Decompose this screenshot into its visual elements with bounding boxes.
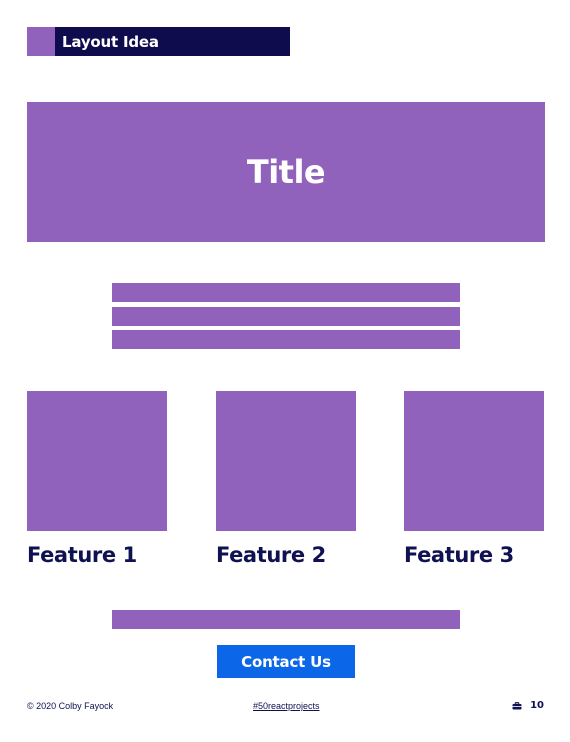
header-title: Layout Idea <box>62 32 159 51</box>
footer-hashtag-link[interactable]: #50reactprojects <box>253 701 320 711</box>
header-tag: Layout Idea <box>27 27 290 56</box>
text-placeholder-line <box>112 330 460 349</box>
feature-label: Feature 2 <box>216 543 326 567</box>
feature-card: Feature 1 <box>27 391 167 567</box>
feature-image-placeholder <box>27 391 167 531</box>
header-accent <box>27 27 55 56</box>
feature-label: Feature 1 <box>27 543 137 567</box>
footer-copyright: © 2020 Colby Fayock <box>27 701 114 711</box>
text-placeholder-line <box>112 610 460 629</box>
page-number: 10 <box>530 700 544 711</box>
feature-image-placeholder <box>404 391 544 531</box>
feature-image-placeholder <box>216 391 356 531</box>
text-placeholder-line <box>112 283 460 302</box>
feature-card: Feature 3 <box>404 391 544 567</box>
footer-page-number-group: 10 <box>512 700 544 711</box>
hero-block: Title <box>27 102 545 242</box>
briefcase-icon <box>512 701 522 709</box>
feature-card: Feature 2 <box>216 391 356 567</box>
contact-us-button[interactable]: Contact Us <box>217 645 355 678</box>
text-placeholder-line <box>112 307 460 326</box>
feature-label: Feature 3 <box>404 543 514 567</box>
hero-title: Title <box>246 153 326 191</box>
